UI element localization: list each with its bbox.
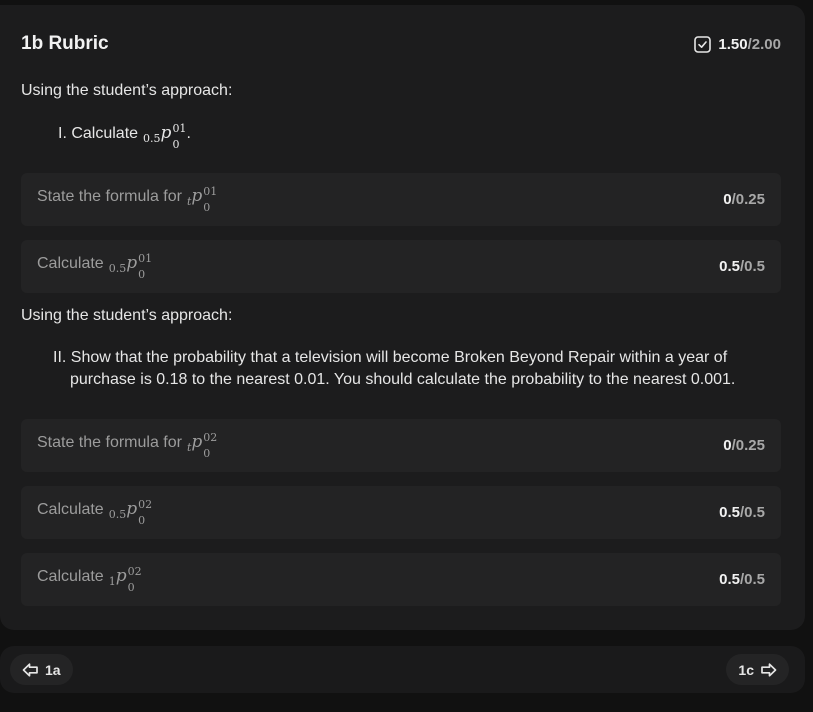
criterion-label: State the formula for t p 01 0 [37, 186, 217, 214]
math-sup: 01 [172, 122, 187, 135]
math-left-sub: t [186, 440, 192, 454]
criterion-text: Calculate [37, 567, 104, 585]
math-left-sub: 1 [108, 574, 116, 588]
section1-task: I. Calculate 0.5 p 01 0 . [58, 123, 191, 151]
math-expression: 0.5 p 01 0 [109, 253, 152, 281]
math-left-sub: 0.5 [108, 507, 127, 521]
checkbox-icon [694, 35, 712, 53]
criterion-row: Calculate 1 p 02 0 0.5/0.5 [21, 553, 781, 606]
prev-part-button[interactable]: 1a [10, 654, 73, 685]
math-expression: 0.5 p 01 0 [143, 123, 186, 151]
math-left-sub: 0.5 [108, 261, 127, 275]
criterion-label: Calculate 0.5 p 02 0 [37, 499, 152, 527]
math-sub: 0 [203, 200, 211, 214]
rubric-title: 1b Rubric [21, 33, 109, 54]
score-max: /0.5 [739, 258, 765, 275]
math-symbol: p [191, 431, 203, 452]
criterion-text: Calculate [37, 500, 104, 518]
prev-part-label: 1a [45, 661, 61, 678]
score-awarded: 0 [723, 437, 732, 454]
criterion-label: Calculate 1 p 02 0 [37, 566, 142, 594]
arrow-left-icon [22, 662, 38, 677]
criterion-score: 0/0.25 [723, 191, 765, 208]
math-sup: 02 [138, 497, 153, 511]
score-awarded: 0 [723, 191, 732, 208]
section1-task-text: I. Calculate [58, 125, 139, 142]
math-sub: 0 [138, 513, 146, 527]
score-awarded: 0.5 [719, 258, 740, 275]
total-score-max: /2.00 [747, 35, 781, 53]
math-sub: 0 [138, 267, 146, 281]
math-expression: t p 02 0 [187, 432, 217, 460]
section2-intro: Using the student’s approach: [21, 307, 233, 324]
section1-intro: Using the student’s approach: [21, 82, 233, 99]
arrow-right-icon [761, 662, 777, 677]
score-awarded: 0.5 [719, 571, 740, 588]
total-score: 1.50/2.00 [694, 36, 781, 53]
math-symbol: p [160, 123, 172, 143]
next-part-label: 1c [738, 661, 754, 678]
math-symbol: p [115, 565, 127, 586]
score-max: /0.25 [731, 191, 765, 208]
section2-task: II. Show that the probability that a tel… [53, 349, 736, 388]
math-left-sub: 0.5 [143, 132, 161, 145]
criterion-text: State the formula for [37, 187, 182, 205]
section1-task-suffix: . [186, 125, 191, 142]
math-symbol: p [126, 498, 138, 519]
math-sub: 0 [172, 138, 180, 151]
total-score-awarded: 1.50 [718, 35, 748, 53]
math-symbol: p [191, 185, 203, 206]
math-expression: 1 p 02 0 [109, 566, 142, 594]
criterion-score: 0.5/0.5 [719, 504, 765, 521]
math-sup: 01 [138, 251, 153, 265]
criterion-row: Calculate 0.5 p 02 0 0.5/0.5 [21, 486, 781, 539]
rubric-panel: 1b Rubric 1.50/2.00 Using the student’s … [0, 5, 805, 630]
criterion-row: State the formula for t p 02 0 0/0.25 [21, 419, 781, 472]
math-sup: 01 [203, 184, 218, 198]
score-max: /0.5 [739, 571, 765, 588]
math-sup: 02 [203, 430, 218, 444]
criterion-row: Calculate 0.5 p 01 0 0.5/0.5 [21, 240, 781, 293]
criterion-label: State the formula for t p 02 0 [37, 432, 217, 460]
rubric-header: 1b Rubric 1.50/2.00 [21, 32, 781, 56]
score-awarded: 0.5 [719, 504, 740, 521]
criterion-text: Calculate [37, 254, 104, 272]
criterion-score: 0/0.25 [723, 437, 765, 454]
next-part-button[interactable]: 1c [726, 654, 789, 685]
math-sub: 0 [203, 446, 211, 460]
math-expression: t p 01 0 [187, 186, 217, 214]
criterion-score: 0.5/0.5 [719, 258, 765, 275]
math-sup: 02 [127, 564, 142, 578]
score-max: /0.5 [739, 504, 765, 521]
score-max: /0.25 [731, 437, 765, 454]
criterion-label: Calculate 0.5 p 01 0 [37, 253, 152, 281]
navigation-footer: 1a 1c [0, 646, 805, 693]
criterion-score: 0.5/0.5 [719, 571, 765, 588]
criterion-row: State the formula for t p 01 0 0/0.25 [21, 173, 781, 226]
math-expression: 0.5 p 02 0 [109, 499, 152, 527]
criterion-text: State the formula for [37, 433, 182, 451]
math-sub: 0 [127, 580, 135, 594]
math-left-sub: t [186, 194, 192, 208]
math-symbol: p [126, 252, 138, 273]
